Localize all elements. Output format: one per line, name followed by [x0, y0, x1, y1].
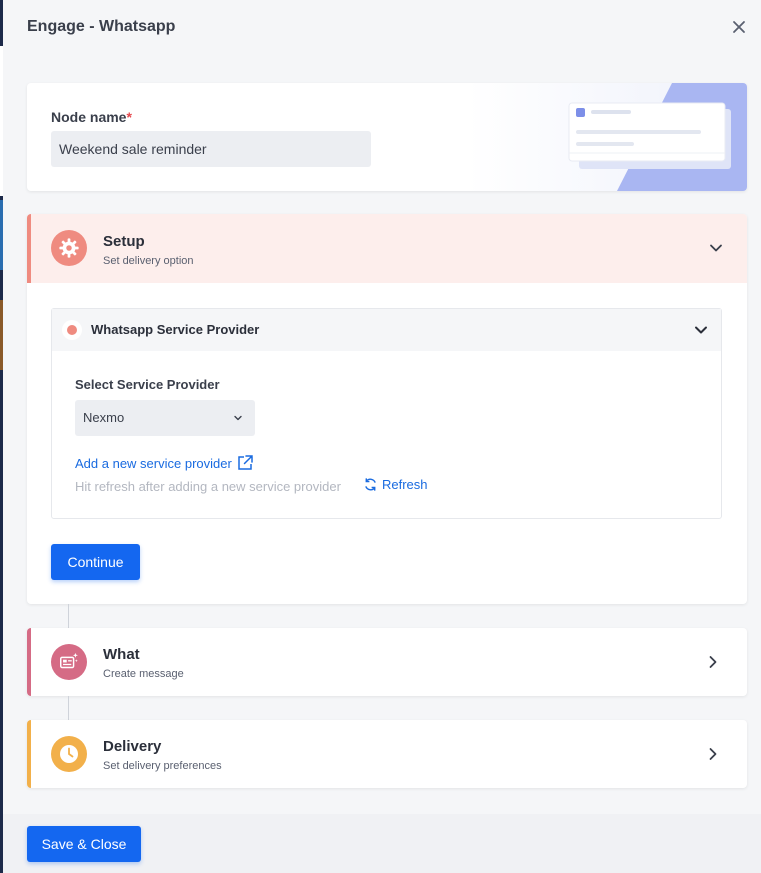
delivery-title: Delivery: [103, 738, 162, 755]
service-provider-section: Whatsapp Service Provider Select Service…: [51, 308, 722, 519]
external-link-icon: [238, 455, 253, 470]
chevron-down-icon: [695, 326, 707, 334]
service-provider-header[interactable]: Whatsapp Service Provider: [52, 309, 721, 351]
what-title: What: [103, 646, 140, 663]
refresh-button[interactable]: Refresh: [363, 477, 428, 492]
select-provider-label: Select Service Provider: [75, 377, 220, 392]
continue-button[interactable]: Continue: [51, 544, 140, 580]
what-subtitle: Create message: [103, 668, 184, 680]
engage-drawer: Engage - Whatsapp Node name* Weekend sal…: [3, 0, 761, 873]
node-name-input[interactable]: [51, 131, 371, 167]
setup-step-header[interactable]: Setup Set delivery option: [27, 214, 747, 283]
selected-provider: Nexmo: [83, 410, 125, 425]
delivery-step-icon-wrap: [51, 736, 87, 772]
drawer-header: Engage - Whatsapp: [3, 0, 761, 62]
chevron-right-icon: [709, 656, 717, 668]
step-connector: [68, 696, 69, 720]
refresh-icon: [365, 478, 376, 491]
what-step-card[interactable]: What Create message: [27, 628, 747, 696]
node-illustration: [467, 83, 747, 191]
add-service-provider-link[interactable]: Add a new service provider: [75, 454, 254, 472]
node-name-label: Node name*: [51, 109, 132, 125]
status-dot: [62, 320, 82, 340]
add-service-provider-text: Add a new service provider: [75, 455, 232, 471]
required-mark: *: [126, 109, 132, 125]
close-button[interactable]: [729, 17, 749, 37]
chevron-down-icon: [710, 244, 722, 252]
setup-step-icon-wrap: [51, 230, 87, 266]
setup-step-card: Setup Set delivery option Whatsapp Servi…: [27, 214, 747, 604]
save-and-close-button[interactable]: Save & Close: [27, 826, 141, 862]
setup-title: Setup: [103, 233, 145, 250]
refresh-hint: Hit refresh after adding a new service p…: [75, 479, 341, 494]
service-provider-title: Whatsapp Service Provider: [91, 322, 260, 337]
gear-icon: [59, 238, 79, 258]
what-step-icon-wrap: [51, 644, 87, 680]
chevron-down-icon: [234, 415, 242, 421]
node-name-label-text: Node name: [51, 109, 127, 125]
clock-icon: [60, 745, 78, 763]
service-provider-select[interactable]: Nexmo: [75, 400, 255, 436]
step-connector: [68, 604, 69, 628]
node-name-card: Node name*: [27, 83, 747, 191]
close-icon: [733, 21, 745, 33]
refresh-label: Refresh: [382, 477, 428, 492]
drawer-title: Engage - Whatsapp: [27, 18, 176, 35]
delivery-step-card[interactable]: Delivery Set delivery preferences: [27, 720, 747, 788]
message-template-icon: [60, 652, 78, 669]
chevron-right-icon: [709, 748, 717, 760]
drawer-footer: Save & Close: [3, 814, 761, 873]
delivery-subtitle: Set delivery preferences: [103, 760, 222, 772]
setup-subtitle: Set delivery option: [103, 255, 194, 267]
